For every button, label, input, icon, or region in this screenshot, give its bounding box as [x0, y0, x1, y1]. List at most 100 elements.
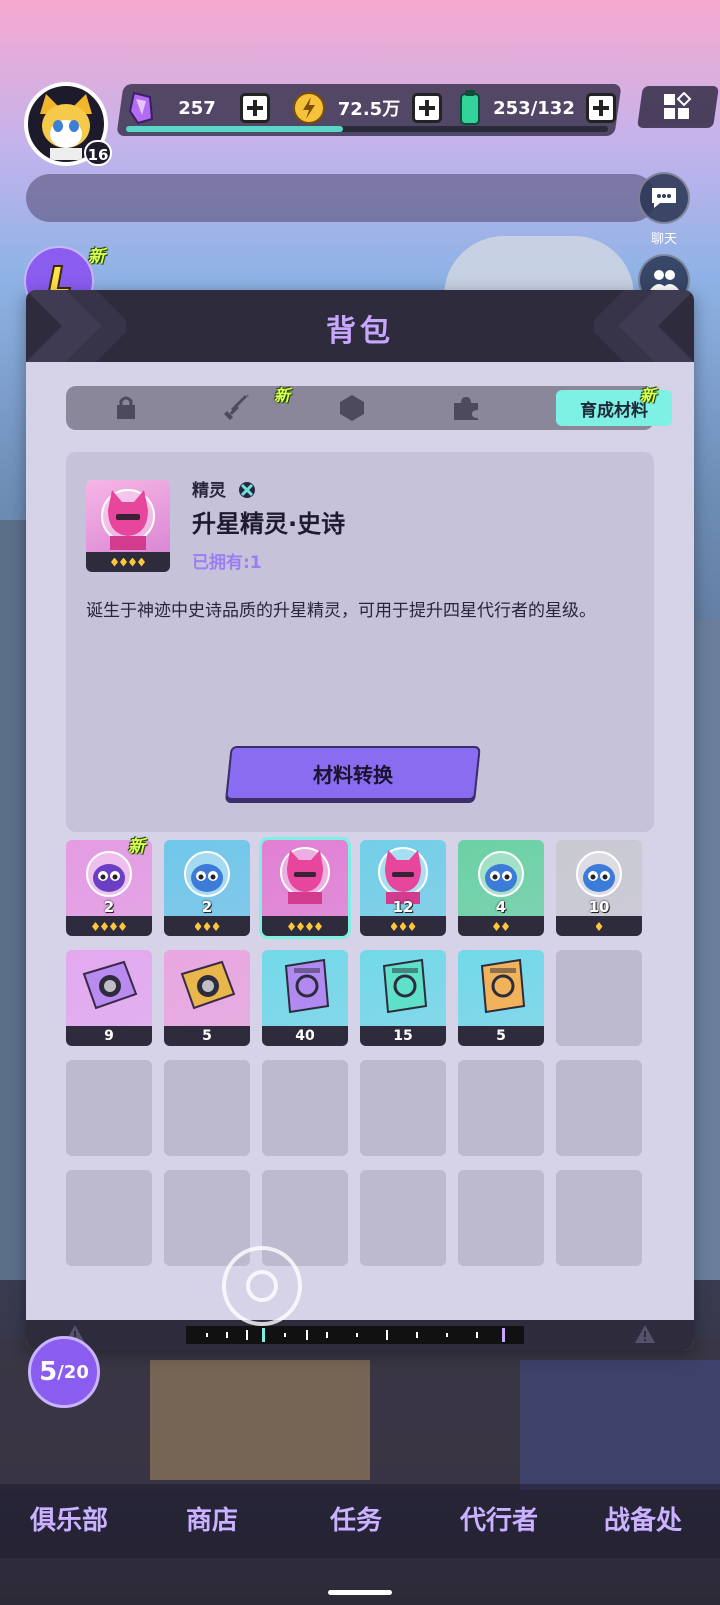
add-coin-button[interactable]	[412, 93, 442, 123]
sword-icon	[224, 395, 249, 420]
empty-slot	[66, 1060, 152, 1156]
counter-current: 5	[39, 1357, 58, 1387]
item-stars	[262, 922, 348, 931]
tab-core[interactable]	[322, 390, 382, 426]
add-energy-button[interactable]	[586, 93, 616, 123]
item-count: 9	[104, 1028, 114, 1044]
panel-header: 背包	[26, 290, 694, 362]
warning-icon	[635, 1325, 655, 1343]
element-badge-icon	[238, 482, 255, 498]
purple-card-icon	[284, 958, 330, 1014]
chat-bubble-icon	[652, 188, 676, 208]
item-count: 5	[202, 1028, 212, 1044]
tab-parts[interactable]	[436, 390, 496, 426]
joystick-knob[interactable]	[246, 1270, 278, 1302]
orange-card-icon	[480, 958, 526, 1014]
green-battery-icon	[460, 90, 480, 125]
item-new-tag: 新	[128, 837, 145, 857]
item-count: 2	[201, 898, 213, 916]
item-owned-count: 已拥有:1	[192, 553, 262, 573]
panel-footer	[26, 1320, 694, 1350]
inventory-item[interactable]: 2	[164, 840, 250, 936]
friends-icon	[650, 270, 679, 290]
inventory-item[interactable]: 40	[262, 950, 348, 1046]
nav-club[interactable]: 俱乐部	[30, 1500, 108, 1537]
inventory-item[interactable]: 5	[458, 950, 544, 1046]
inventory-item[interactable]	[259, 837, 351, 939]
resource-gem: 257	[128, 90, 270, 126]
empty-slot	[66, 1170, 152, 1266]
inventory-item[interactable]: 12	[360, 840, 446, 936]
empty-slot	[458, 1170, 544, 1266]
item-name: 升星精灵·史诗	[192, 510, 346, 538]
item-count: 2	[103, 898, 115, 916]
nav-armory[interactable]: 战备处	[604, 1500, 682, 1537]
signal-strip	[186, 1326, 524, 1344]
event-new-tag: 新	[88, 247, 105, 267]
pink-cat-sprite-icon	[280, 847, 330, 904]
empty-slot	[458, 1060, 544, 1156]
resource-coin: 72.5万	[292, 90, 442, 126]
add-gem-button[interactable]	[240, 93, 270, 123]
pink-cat-sprite-icon	[101, 489, 155, 550]
purple-chip-icon	[82, 960, 138, 1010]
menu-button[interactable]	[637, 86, 719, 128]
tab-materials-new-tag: 新	[640, 386, 657, 405]
chat-label: 聊天	[650, 232, 677, 247]
empty-slot	[164, 1170, 250, 1266]
tab-weapon[interactable]	[206, 390, 266, 426]
item-description: 诞生于神迹中史诗品质的升星精灵，可用于提升四星代行者的星级。	[86, 601, 596, 621]
notice-bar	[26, 174, 656, 222]
home-indicator	[328, 1590, 392, 1595]
material-convert-label: 材料转换	[313, 762, 393, 787]
item-count: 12	[392, 898, 414, 916]
teal-card-icon	[382, 958, 428, 1014]
item-stars	[458, 922, 544, 931]
puzzle-icon	[454, 397, 478, 420]
empty-slot	[556, 950, 642, 1046]
tab-locked[interactable]	[96, 390, 156, 426]
counter-total: /20	[57, 1361, 89, 1383]
inventory-item[interactable]: 9	[66, 950, 152, 1046]
item-count: 10	[588, 898, 610, 916]
item-stars	[164, 922, 250, 931]
inventory-item[interactable]: 4	[458, 840, 544, 936]
item-count: 15	[393, 1028, 413, 1044]
empty-slot	[262, 1060, 348, 1156]
item-detail: 精灵 升星精灵·史诗 已拥有:1 诞生于神迹中史诗品质的升星精灵，可用于提升四星…	[66, 452, 654, 832]
stage-counter[interactable]: 5/20	[28, 1336, 100, 1408]
inventory-item[interactable]: 15	[360, 950, 446, 1046]
item-count: 40	[295, 1028, 315, 1044]
tab-weapon-new-tag: 新	[274, 386, 291, 405]
empty-slot	[556, 1170, 642, 1266]
nav-tasks[interactable]: 任务	[330, 1500, 382, 1537]
item-stars	[66, 922, 152, 931]
item-category: 精灵	[192, 476, 256, 501]
inventory-item[interactable]: 5	[164, 950, 250, 1046]
item-count: 4	[495, 898, 507, 916]
chat-button[interactable]	[638, 172, 690, 224]
nav-agents[interactable]: 代行者	[460, 1500, 538, 1537]
backpack-panel: 背包 新 育成材料 新 精灵 升星精灵·史诗 已拥有:1 诞生于神迹中史诗品质的…	[26, 290, 694, 1350]
energy-value: 253/132	[493, 97, 575, 119]
resource-energy: 253/132	[458, 90, 616, 126]
gold-coin-icon	[293, 92, 325, 124]
detail-item-icon	[86, 480, 170, 572]
item-category-label: 精灵	[192, 481, 226, 501]
player-level-badge: 16	[84, 140, 112, 166]
joystick[interactable]	[222, 1246, 302, 1326]
category-tabs: 新 育成材料 新	[66, 386, 672, 430]
gold-chip-icon	[180, 960, 236, 1010]
panel-title: 背包	[326, 314, 394, 349]
empty-slot	[556, 1060, 642, 1156]
item-stars	[556, 922, 642, 931]
item-count: 5	[496, 1028, 506, 1044]
empty-slot	[360, 1170, 446, 1266]
lock-icon	[117, 396, 135, 419]
material-convert-button[interactable]: 材料转换	[225, 746, 481, 800]
nav-shop[interactable]: 商店	[186, 1500, 238, 1537]
gem-value: 257	[178, 97, 216, 119]
item-stars	[360, 922, 446, 931]
empty-slot	[360, 1060, 446, 1156]
inventory-item[interactable]: 10	[556, 840, 642, 936]
